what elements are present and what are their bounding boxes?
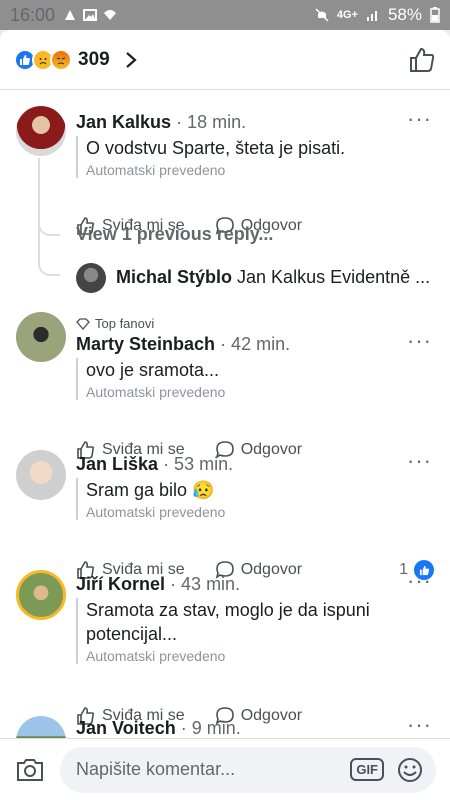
like-outline-icon[interactable] bbox=[408, 46, 436, 74]
chevron-right-icon[interactable] bbox=[122, 51, 140, 69]
battery-icon bbox=[430, 7, 440, 23]
reply-text: Jan Kalkus Evidentně ... bbox=[237, 267, 431, 287]
mute-icon bbox=[315, 8, 329, 22]
notification-icon bbox=[65, 10, 76, 20]
comment-input[interactable]: Napišite komentar... GIF bbox=[60, 746, 436, 793]
reply-label: Odgovor bbox=[240, 441, 303, 458]
comments-sheet: 309 Jan Kalkus · 18 min. ··· O vodstvu S… bbox=[0, 30, 450, 800]
comment-author[interactable]: Jan Voitech bbox=[76, 718, 176, 738]
comment-author[interactable]: Jiří Kornel bbox=[76, 574, 165, 594]
translated-label[interactable]: Automatski prevedeno bbox=[86, 162, 345, 178]
diamond-icon bbox=[76, 317, 90, 330]
reply-preview[interactable]: Michal Stýblo Jan Kalkus Evidentně ... bbox=[116, 267, 430, 288]
translated-label[interactable]: Automatski prevedeno bbox=[86, 648, 376, 664]
more-options-icon[interactable]: ··· bbox=[407, 108, 432, 130]
signal-icon bbox=[366, 11, 377, 21]
emoji-icon[interactable] bbox=[396, 756, 424, 784]
top-fan-badge: Top fanovi bbox=[76, 316, 154, 331]
translated-label[interactable]: Automatski prevedeno bbox=[86, 504, 225, 520]
reply-label: Odgovor bbox=[240, 707, 303, 724]
comment-text: O vodstvu Sparte, šteta je pisati. bbox=[86, 138, 346, 158]
comment-time: · 53 min. bbox=[163, 454, 234, 474]
translated-label[interactable]: Automatski prevedeno bbox=[86, 384, 225, 400]
comment-text: Sram ga bilo 😥 bbox=[86, 480, 215, 500]
thread-connector bbox=[38, 258, 60, 276]
camera-icon[interactable] bbox=[14, 754, 46, 786]
network-label: 4G+ bbox=[336, 9, 358, 21]
comment-body: Sramota za stav, moglo je da ispuni pote… bbox=[76, 598, 376, 664]
avatar[interactable] bbox=[16, 570, 66, 620]
comment-text: Sramota za stav, moglo je da ispuni pote… bbox=[86, 600, 370, 644]
comment-time: · 43 min. bbox=[170, 574, 241, 594]
gif-button[interactable]: GIF bbox=[350, 758, 384, 781]
comment-body: O vodstvu Sparte, šteta je pisati. Autom… bbox=[76, 136, 345, 178]
battery-label: 58% bbox=[387, 5, 422, 24]
avatar[interactable] bbox=[16, 106, 66, 156]
avatar[interactable] bbox=[16, 450, 66, 500]
reaction-icons bbox=[14, 48, 72, 71]
comment-composer: Napišite komentar... GIF bbox=[0, 738, 450, 800]
angry-reaction-icon bbox=[50, 48, 72, 71]
comment-input-placeholder: Napišite komentar... bbox=[76, 759, 236, 779]
more-options-icon[interactable]: ··· bbox=[407, 330, 432, 352]
more-options-icon[interactable]: ··· bbox=[407, 450, 432, 472]
reactions-bar[interactable]: 309 bbox=[0, 30, 450, 90]
avatar[interactable] bbox=[16, 312, 66, 362]
reply-author[interactable]: Michal Stýblo bbox=[116, 267, 232, 287]
more-options-icon[interactable]: ··· bbox=[407, 570, 432, 592]
view-previous-reply-link[interactable]: View 1 previous reply... bbox=[76, 224, 273, 245]
comment-body: Sram ga bilo 😥 Automatski prevedeno bbox=[76, 478, 225, 520]
comment-time: · 42 min. bbox=[220, 334, 291, 354]
more-options-icon[interactable]: ··· bbox=[407, 714, 432, 736]
status-time: 16:00 bbox=[10, 4, 56, 25]
reply-label: Odgovor bbox=[240, 561, 303, 578]
comment-body: ovo je sramota... Automatski prevedeno bbox=[76, 358, 225, 400]
comment-text: ovo je sramota... bbox=[86, 360, 220, 380]
comment-time: · 18 min. bbox=[176, 112, 247, 132]
reply-avatar[interactable] bbox=[76, 263, 106, 293]
status-bar: 16:00 4G+ 58% bbox=[0, 0, 450, 30]
comment-author[interactable]: Marty Steinbach bbox=[76, 334, 215, 354]
thread-connector bbox=[38, 218, 60, 236]
comment-author[interactable]: Jan Liška bbox=[76, 454, 158, 474]
gallery-icon bbox=[83, 9, 98, 21]
comment-time: · 9 min. bbox=[180, 718, 241, 738]
wifi-icon bbox=[104, 10, 117, 20]
thread-line bbox=[38, 158, 40, 266]
top-fan-label: Top fanovi bbox=[95, 316, 155, 331]
comment-author[interactable]: Jan Kalkus bbox=[76, 112, 171, 132]
reaction-count: 309 bbox=[78, 48, 110, 70]
